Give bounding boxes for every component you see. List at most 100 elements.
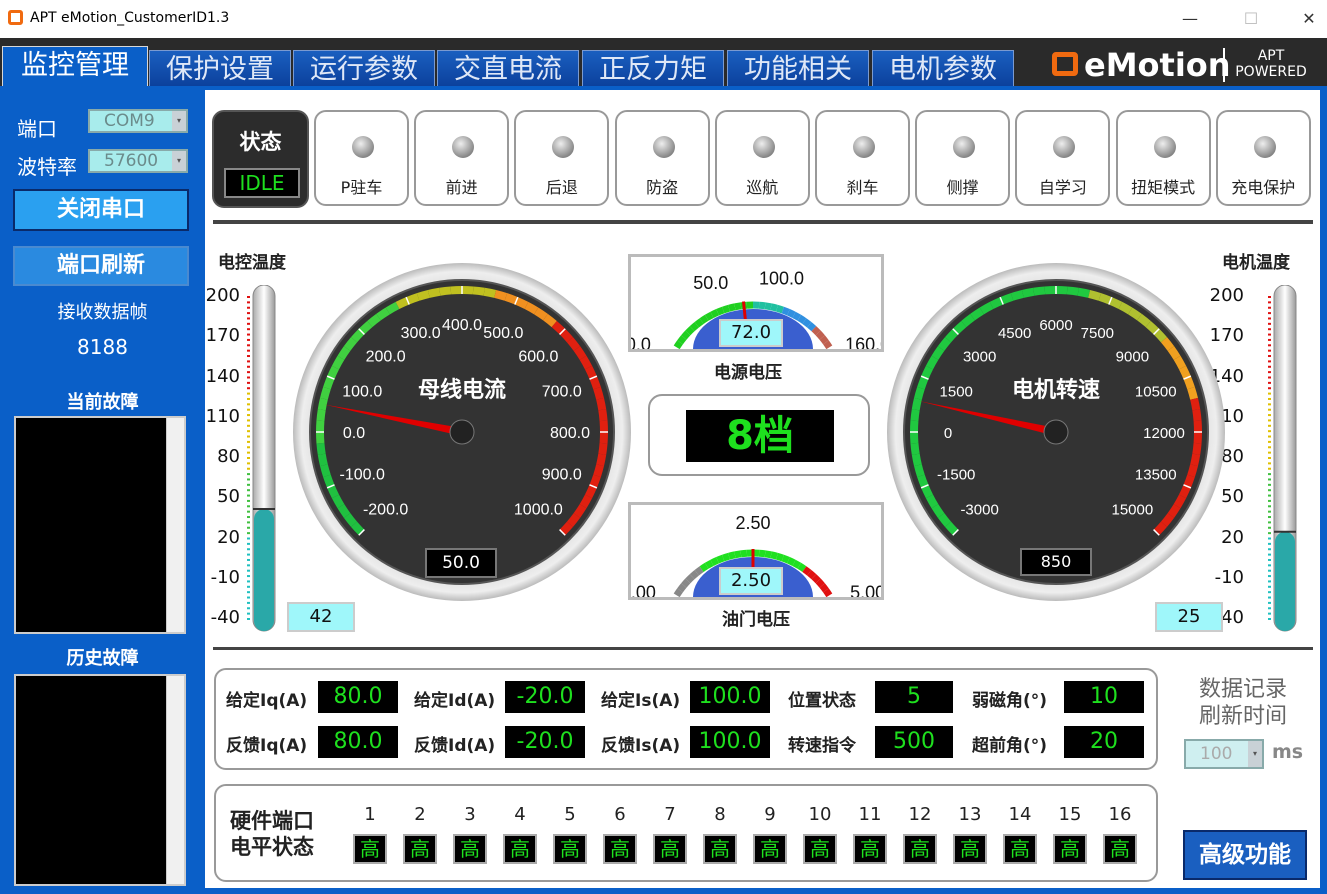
gauge-color-band — [1190, 453, 1201, 467]
gauge-color-band — [677, 335, 687, 345]
gauge-color-band — [1192, 409, 1202, 422]
close-button[interactable]: ✕ — [1294, 6, 1324, 32]
scrollbar[interactable] — [166, 676, 184, 884]
scrollbar[interactable] — [166, 418, 184, 632]
tab-functions[interactable]: 功能相关 — [727, 50, 869, 88]
port-number: 13 — [958, 804, 982, 825]
hardware-title-line2: 电平状态 — [230, 835, 314, 859]
gauge-color-band — [728, 551, 736, 560]
gauge-color-band — [1021, 287, 1035, 298]
led-icon — [352, 136, 374, 158]
baud-select[interactable]: 57600 ▾ — [88, 149, 188, 173]
throttle-voltage-label: 油门电压 — [722, 610, 790, 630]
gauge-tick-label: 50.0 — [693, 273, 728, 293]
gauge-color-band — [770, 303, 778, 312]
gauge-color-band — [807, 321, 817, 332]
gauge-color-band — [1178, 484, 1191, 499]
gauge-color-band — [681, 330, 691, 340]
gauge-color-band — [944, 328, 959, 343]
tab-monitor[interactable]: 监控管理 — [2, 46, 148, 88]
port-level: 高 — [553, 834, 587, 864]
status-label: 状态 — [239, 130, 282, 154]
gauge-color-band — [559, 521, 574, 536]
indicator-label: 防盗 — [646, 178, 679, 197]
port-select[interactable]: COM9 ▾ — [88, 109, 188, 133]
current-fault-list[interactable] — [14, 416, 186, 634]
gauge-tick-label: 1000.0 — [514, 501, 563, 518]
gauge-color-band — [589, 474, 601, 488]
port-value: COM9 — [104, 111, 155, 131]
gauge-color-band — [472, 286, 485, 296]
gear-box: 8档 — [648, 394, 870, 476]
gauge-tick-label: 0.0 — [631, 335, 651, 349]
minimize-button[interactable]: — — [1175, 6, 1205, 32]
tab-protection[interactable]: 保护设置 — [149, 50, 291, 88]
param-value: 500 — [875, 726, 953, 758]
gauge-tick-label: 12000 — [1143, 425, 1185, 442]
gauge-color-band — [331, 355, 345, 370]
port-number: 7 — [664, 804, 676, 825]
gauge-color-band — [970, 307, 984, 321]
maximize-button[interactable]: ☐ — [1236, 6, 1266, 32]
record-title-line1: 数据记录 — [1198, 677, 1287, 702]
tab-run-params[interactable]: 运行参数 — [293, 50, 435, 88]
port-level: 高 — [453, 834, 487, 864]
gauge-color-band — [728, 303, 736, 312]
gauge-color-band — [917, 474, 929, 488]
port-number: 9 — [764, 804, 776, 825]
chevron-down-icon: ▾ — [172, 111, 186, 131]
gauge-color-band — [1173, 355, 1187, 370]
history-fault-list[interactable] — [14, 674, 186, 886]
gauge-color-band — [689, 569, 699, 580]
gauge-color-band — [704, 559, 714, 569]
led-icon — [1053, 136, 1076, 158]
gauge-color-band — [989, 297, 1004, 310]
gauge-color-band — [385, 301, 400, 315]
tab-ac-dc-current[interactable]: 交直电流 — [437, 50, 579, 88]
indicator-label: 侧撑 — [946, 178, 979, 197]
supply-voltage-label: 电源电压 — [714, 363, 782, 383]
gauge-color-band — [1153, 328, 1168, 343]
param-value: 5 — [875, 681, 953, 713]
gauge-tick-label: 100.0 — [759, 269, 804, 289]
indicator-1: P驻车 — [314, 110, 409, 206]
gauge-color-band — [573, 504, 587, 518]
gauge-tick-label: 3000 — [963, 349, 996, 366]
gauge-color-band — [416, 290, 430, 301]
param-value: -20.0 — [505, 726, 585, 758]
motor-temp-label: 电机温度 — [1222, 253, 1290, 273]
indicator-label: 扭矩模式 — [1131, 178, 1196, 197]
scale-label: 50 — [217, 486, 240, 508]
gauge-color-band — [734, 302, 742, 311]
close-port-button[interactable]: 关闭串口 — [13, 189, 189, 231]
refresh-port-button[interactable]: 端口刷新 — [13, 246, 189, 286]
port-level: 高 — [1053, 834, 1087, 864]
scale-label: 170 — [205, 325, 240, 347]
gauge-color-band — [807, 569, 817, 580]
port-level: 高 — [403, 834, 437, 864]
advanced-functions-button[interactable]: 高级功能 — [1183, 830, 1307, 880]
scale-label: 80 — [217, 446, 240, 467]
tab-torque[interactable]: 正反力矩 — [582, 50, 724, 88]
gauge-color-band — [925, 355, 939, 370]
tab-motor-params[interactable]: 电机参数 — [872, 50, 1014, 88]
controller-temp-value: 42 — [287, 602, 355, 632]
indicator-10: 充电保护 — [1215, 110, 1311, 206]
param-label: 转速指令 — [788, 736, 856, 756]
refresh-interval-select[interactable]: 100 ▾ — [1184, 739, 1264, 769]
gauge-color-band — [1192, 442, 1202, 455]
gauge-tick-label: 600.0 — [518, 349, 558, 366]
gauge-color-band — [734, 550, 742, 559]
gauge-tick-label: -1500 — [937, 466, 975, 483]
port-number: 2 — [414, 804, 426, 825]
gauge-color-band — [823, 340, 833, 349]
gauge-tick-label: 0 — [944, 425, 952, 442]
port-level: 高 — [703, 834, 737, 864]
param-value: 80.0 — [318, 726, 398, 758]
hardware-box — [214, 784, 1158, 882]
gauge-color-band — [358, 320, 373, 335]
led-icon — [853, 136, 875, 158]
gauge-color-band — [758, 301, 766, 310]
emotion-logo: eMotion APT POWERED — [1030, 46, 1320, 86]
gauge-color-band — [740, 549, 748, 558]
